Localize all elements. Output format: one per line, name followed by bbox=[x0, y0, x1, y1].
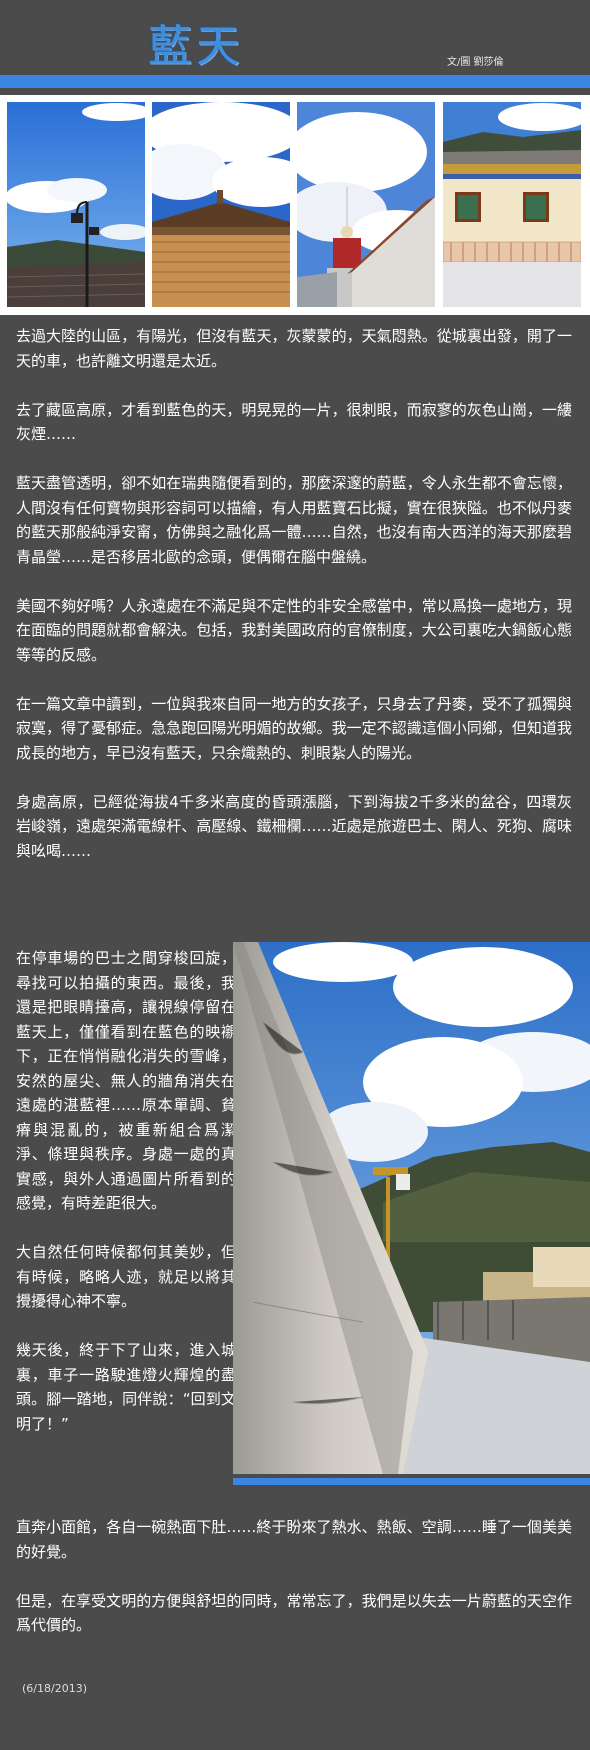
header-divider-bar bbox=[0, 75, 590, 88]
header: 藍天 文/圖 劉莎倫 bbox=[0, 0, 590, 72]
photo-strip bbox=[0, 95, 590, 315]
photo-lamp-post bbox=[7, 102, 145, 307]
paragraph: 在停車場的巴士之間穿梭回旋，尋找可以拍攝的東西。最後，我還是把眼睛擡高，讓視線停… bbox=[16, 949, 236, 1212]
paragraph: 美國不夠好嗎？人永遠處在不滿足與不定性的非安全感當中，常以爲換一處地方，現在面臨… bbox=[16, 596, 572, 664]
paragraph: 但是，在享受文明的方便與舒坦的同時，常常忘了，我們是以失去一片蔚藍的天空作爲代價… bbox=[16, 1591, 572, 1635]
publish-date: (6/18/2013) bbox=[22, 1682, 87, 1695]
article-top: 去過大陸的山區，有陽光，但沒有藍天，灰蒙蒙的，天氣悶熱。從城裏出發，開了一天的車… bbox=[16, 324, 572, 888]
page-title: 藍天 bbox=[148, 21, 244, 72]
paragraph: 幾天後，終于下了山來，進入城裏，車子一路駛進燈火輝煌的盡頭。腳一踏地，同伴說：“… bbox=[16, 1341, 236, 1433]
article-float-column: 在停車場的巴士之間穿梭回旋，尋找可以拍攝的東西。最後，我還是把眼睛擡高，讓視線停… bbox=[16, 946, 236, 1461]
paragraph: 直奔小面館，各自一碗熱面下肚……終于盼來了熱水、熱飯、空調……睡了一個美美的好覺… bbox=[16, 1518, 572, 1561]
paragraph: 大自然任何時候都何其美妙，但有時候，略略人迹，就足以將其攪擾得心神不寧。 bbox=[16, 1243, 236, 1310]
byline: 文/圖 劉莎倫 bbox=[447, 57, 504, 68]
paragraph: 去了藏區高原，才看到藍色的天，明晃晃的一片，很刺眼，而寂寥的灰色山崗，一縷灰煙…… bbox=[16, 400, 572, 444]
paragraph: 去過大陸的山區，有陽光，但沒有藍天，灰蒙蒙的，天氣悶熱。從城裏出發，開了一天的車… bbox=[16, 327, 572, 370]
photo-bottom-bar bbox=[233, 1478, 590, 1485]
paragraph: 身處高原，已經從海拔4千多米高度的昏頭漲腦，下到海拔2千多米的盆谷，四環灰岩峻嶺… bbox=[16, 792, 572, 860]
article-bottom: 直奔小面館，各自一碗熱面下肚……終于盼來了熱水、熱飯、空調……睡了一個美美的好覺… bbox=[16, 1515, 572, 1662]
photo-long-wall bbox=[233, 942, 590, 1474]
photo-tibetan-house bbox=[443, 102, 581, 307]
paragraph: 在一篇文章中讀到，一位與我來自同一地方的女孩子，只身去了丹麥，受不了孤獨與寂寞，… bbox=[16, 694, 572, 762]
photo-wooden-building bbox=[152, 102, 290, 307]
photo-wall-stupa bbox=[297, 102, 435, 307]
paragraph: 藍天盡管透明，卻不如在瑞典隨便看到的，那麼深邃的蔚藍，令人永生都不會忘懷，人間沒… bbox=[16, 474, 572, 566]
